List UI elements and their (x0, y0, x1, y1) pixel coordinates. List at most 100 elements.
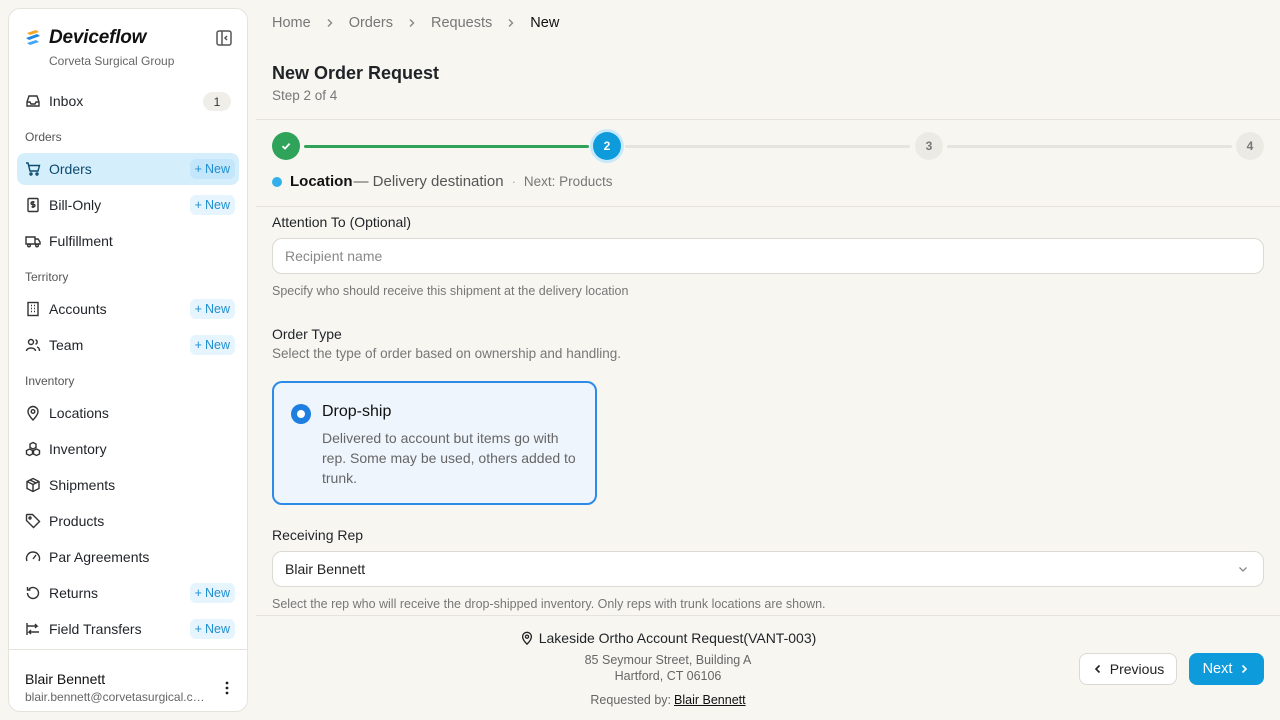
breadcrumb-home[interactable]: Home (272, 15, 311, 31)
plus-icon: + (194, 586, 202, 600)
brand[interactable]: Deviceflow (25, 27, 146, 49)
order-type-option-drop-ship[interactable]: Drop-ship Delivered to account but items… (272, 381, 597, 505)
requested-by-user-link[interactable]: Blair Bennett (674, 693, 746, 707)
map-pin-icon (521, 631, 532, 645)
new-account-button[interactable]: + New (189, 299, 235, 319)
sidebar-item-locations[interactable]: Locations (17, 397, 239, 429)
step-4[interactable]: 4 (1236, 132, 1264, 160)
divider (256, 119, 1280, 120)
sidebar-collapse-icon[interactable] (215, 29, 233, 47)
cart-icon (25, 161, 41, 177)
sidebar-item-label: Fulfillment (49, 233, 113, 249)
order-type-label: Order Type (272, 326, 342, 342)
organization-name: Corveta Surgical Group (49, 54, 175, 68)
breadcrumb-requests[interactable]: Requests (431, 15, 492, 31)
sidebar-item-returns[interactable]: Returns + New (17, 577, 239, 609)
package-icon (25, 477, 41, 493)
step-3[interactable]: 3 (915, 132, 943, 160)
order-type-option-title: Drop-ship (322, 403, 392, 420)
step-connector-1 (304, 145, 589, 148)
attention-to-help: Specify who should receive this shipment… (272, 284, 629, 298)
sidebar-item-label: Accounts (49, 301, 107, 317)
current-step-description: — Delivery destination (353, 173, 504, 190)
section-title-inventory: Inventory (25, 374, 75, 388)
step-1-complete[interactable] (272, 132, 300, 160)
inbox-count-badge: 1 (203, 92, 231, 111)
sidebar-item-label: Inbox (49, 93, 84, 109)
sidebar-item-field-transfers[interactable]: Field Transfers + New (17, 613, 239, 645)
sidebar-item-products[interactable]: Products (17, 505, 239, 537)
deviceflow-logo-icon (26, 30, 40, 45)
delivery-location-name: Lakeside Ortho Account Request(VANT-003) (538, 630, 817, 646)
brand-name: Deviceflow (49, 27, 147, 48)
boxes-icon (25, 441, 41, 457)
requested-by: Requested by: Blair Bennett (256, 693, 1080, 707)
sidebar-item-label: Orders (49, 161, 92, 177)
sidebar-item-label: Inventory (49, 441, 107, 457)
order-type-help: Select the type of order based on owners… (272, 346, 621, 361)
step-connector-2 (625, 145, 910, 148)
sidebar-item-shipments[interactable]: Shipments (17, 469, 239, 501)
gauge-icon (25, 549, 41, 565)
chevron-right-icon (1242, 664, 1248, 674)
previous-button-label: Previous (1109, 661, 1165, 677)
sidebar-item-team[interactable]: Team + New (17, 329, 239, 361)
tag-icon (25, 513, 41, 529)
plus-icon: + (194, 622, 202, 636)
new-return-button[interactable]: + New (189, 583, 235, 603)
sidebar-item-label: Returns (49, 585, 99, 601)
sidebar-item-bill-only[interactable]: Bill-Only + New (17, 189, 239, 221)
sidebar-item-orders[interactable]: Orders + New (17, 153, 239, 185)
attention-to-input[interactable] (272, 238, 1264, 274)
users-icon (25, 337, 41, 353)
plus-icon: + (194, 198, 202, 212)
user-name: Blair Bennett (25, 671, 106, 687)
chevron-right-icon (407, 18, 417, 28)
user-email: blair.bennett@corvetasurgical.com (25, 690, 209, 704)
breadcrumb-orders[interactable]: Orders (349, 15, 393, 31)
more-vertical-icon[interactable] (219, 680, 235, 696)
sidebar-item-inventory[interactable]: Inventory (17, 433, 239, 465)
plus-icon: + (194, 302, 202, 316)
user-profile[interactable]: Blair Bennett blair.bennett@corvetasurgi… (9, 649, 247, 711)
breadcrumb: Home Orders Requests New (272, 15, 559, 31)
sidebar-item-inbox[interactable]: Inbox 1 (17, 85, 239, 117)
sidebar-item-par-agreements[interactable]: Par Agreements (17, 541, 239, 573)
building-icon (25, 301, 41, 317)
page-title: New Order Request (272, 63, 440, 83)
new-bill-only-button[interactable]: + New (189, 195, 235, 215)
check-icon (281, 142, 291, 150)
next-step-hint: Next: Products (523, 174, 613, 189)
current-step-name: Location (290, 173, 353, 190)
address-line-1: 85 Seymour Street, Building A (584, 653, 752, 667)
step-2-current[interactable]: 2 (593, 132, 621, 160)
receiving-rep-select[interactable]: Blair Bennett (272, 551, 1264, 587)
next-button[interactable]: Next (1189, 653, 1264, 685)
sidebar-item-label: Shipments (49, 477, 116, 493)
dollar-receipt-icon (25, 197, 41, 213)
sidebar-item-label: Par Agreements (49, 549, 150, 565)
step-connector-3 (947, 145, 1232, 148)
sidebar-item-label: Locations (49, 405, 109, 421)
receiving-rep-value: Blair Bennett (285, 561, 366, 577)
inbox-icon (25, 93, 41, 109)
sidebar-item-fulfillment[interactable]: Fulfillment (17, 225, 239, 257)
sidebar-item-accounts[interactable]: Accounts + New (17, 293, 239, 325)
sidebar: Deviceflow Corveta Surgical Group Inbox … (8, 8, 248, 712)
previous-button[interactable]: Previous (1079, 653, 1177, 685)
order-footer: Lakeside Ortho Account Request(VANT-003)… (256, 615, 1280, 720)
radio-selected[interactable] (291, 404, 311, 424)
new-field-transfer-button[interactable]: + New (189, 619, 235, 639)
step-separator: · (511, 174, 516, 189)
sidebar-item-label: Team (49, 337, 84, 353)
transfer-icon (25, 621, 41, 637)
new-order-button[interactable]: + New (189, 159, 235, 179)
breadcrumb-current: New (530, 15, 560, 31)
chevron-down-icon (1239, 567, 1247, 572)
receiving-rep-help: Select the rep who will receive the drop… (272, 597, 826, 611)
next-button-label: Next (1202, 661, 1233, 677)
new-team-button[interactable]: + New (189, 335, 235, 355)
attention-to-label: Attention To (Optional) (272, 214, 412, 230)
chevron-left-icon (1094, 664, 1100, 674)
divider (256, 206, 1280, 207)
